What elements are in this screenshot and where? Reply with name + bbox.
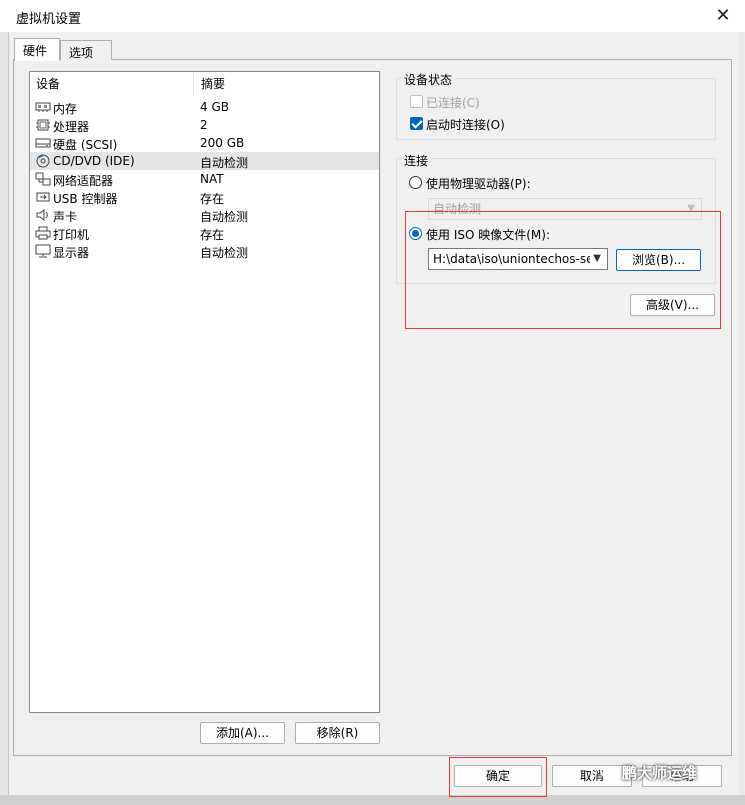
device-row-harddisk[interactable]: 硬盘 (SCSI) 200 GB: [30, 134, 379, 152]
device-name: 声卡: [53, 210, 78, 224]
network-adapter-icon: [35, 172, 51, 186]
device-summary: 自动检测: [200, 210, 249, 224]
device-name: 网络适配器: [53, 174, 114, 188]
device-name: 内存: [53, 102, 78, 116]
physical-drive-label: 使用物理驱动器(P):: [426, 177, 531, 191]
device-name: 硬盘 (SCSI): [53, 138, 118, 152]
vm-settings-dialog: 虚拟机设置 ✕ 硬件 选项 设备 摘要 内存 4 GB 处理器 2 硬盘 (SC…: [0, 0, 745, 805]
cpu-icon: [36, 119, 50, 131]
printer-icon: [35, 226, 51, 240]
device-name: 打印机: [53, 228, 90, 242]
device-row-display[interactable]: 显示器 自动检测: [30, 242, 379, 260]
physical-drive-value: 自动检测: [433, 202, 482, 216]
iso-image-label: 使用 ISO 映像文件(M):: [426, 228, 550, 242]
chevron-down-icon: ▼: [590, 249, 601, 269]
advanced-button[interactable]: 高级(V)...: [630, 294, 715, 316]
chevron-down-icon: ▼: [687, 203, 695, 214]
harddisk-icon: [35, 138, 51, 148]
device-row-processor[interactable]: 处理器 2: [30, 116, 379, 134]
physical-drive-dropdown[interactable]: 自动检测 ▼: [428, 198, 702, 220]
device-rows: 内存 4 GB 处理器 2 硬盘 (SCSI) 200 GB CD/DVD (I…: [30, 98, 379, 260]
device-row-usb-controller[interactable]: USB 控制器 存在: [30, 188, 379, 206]
connection-label: 连接: [402, 152, 431, 169]
device-row-cd-dvd[interactable]: CD/DVD (IDE) 自动检测: [30, 152, 379, 170]
memory-icon: [35, 102, 51, 112]
device-summary: 存在: [200, 192, 225, 206]
close-icon[interactable]: ✕: [711, 4, 735, 28]
speaker-icon: [36, 209, 48, 221]
device-summary: 200 GB: [200, 136, 245, 150]
device-status-label: 设备状态: [402, 71, 455, 88]
background-window-edge-right: [739, 32, 745, 805]
ok-button[interactable]: 确定: [454, 765, 542, 787]
device-summary: 自动检测: [200, 156, 249, 170]
device-row-memory[interactable]: 内存 4 GB: [30, 98, 379, 116]
watermark-text: 鹏大师运维: [622, 764, 698, 782]
device-name: 显示器: [53, 246, 90, 260]
device-name: CD/DVD (IDE): [53, 154, 135, 168]
title-bar: 虚拟机设置 ✕: [0, 0, 745, 32]
connect-at-power-on-checkbox[interactable]: [410, 117, 423, 130]
iso-path-value: H:\data\iso\uniontechos-ser: [433, 252, 599, 266]
device-summary: NAT: [200, 172, 224, 186]
connected-checkbox[interactable]: [410, 95, 423, 108]
wechat-icon: [600, 766, 618, 779]
device-summary: 存在: [200, 228, 225, 242]
background-window-edge-bottom: [0, 795, 745, 805]
device-row-sound-card[interactable]: 声卡 自动检测: [30, 206, 379, 224]
background-window-edge-left: [0, 32, 9, 805]
remove-device-button[interactable]: 移除(R): [295, 722, 380, 744]
device-row-network-adapter[interactable]: 网络适配器 NAT: [30, 170, 379, 188]
cd-dvd-icon: [36, 154, 50, 168]
column-header-summary[interactable]: 摘要: [195, 74, 379, 94]
connect-at-power-on-label: 启动时连接(O): [426, 118, 505, 132]
tab-options[interactable]: 选项: [60, 40, 112, 60]
browse-button[interactable]: 浏览(B)...: [616, 249, 701, 271]
iso-path-combobox[interactable]: H:\data\iso\uniontechos-ser ▼: [428, 248, 608, 270]
device-name: 处理器: [53, 120, 90, 134]
monitor-icon: [35, 244, 51, 258]
tab-hardware[interactable]: 硬件: [14, 38, 60, 61]
device-summary: 4 GB: [200, 100, 229, 114]
usb-icon: [36, 192, 50, 202]
device-summary: 2: [200, 118, 208, 132]
connected-label: 已连接(C): [426, 96, 480, 110]
device-name: USB 控制器: [53, 192, 118, 206]
device-summary: 自动检测: [200, 246, 249, 260]
column-header-device[interactable]: 设备: [30, 74, 194, 94]
add-device-button[interactable]: 添加(A)...: [200, 722, 285, 744]
watermark: 鹏大师运维: [600, 762, 697, 783]
device-row-printer[interactable]: 打印机 存在: [30, 224, 379, 242]
physical-drive-radio[interactable]: [409, 176, 422, 189]
device-list[interactable]: 设备 摘要 内存 4 GB 处理器 2 硬盘 (SCSI) 200 GB CD/…: [29, 71, 380, 713]
iso-image-radio[interactable]: [409, 227, 422, 240]
window-title: 虚拟机设置: [16, 12, 82, 27]
